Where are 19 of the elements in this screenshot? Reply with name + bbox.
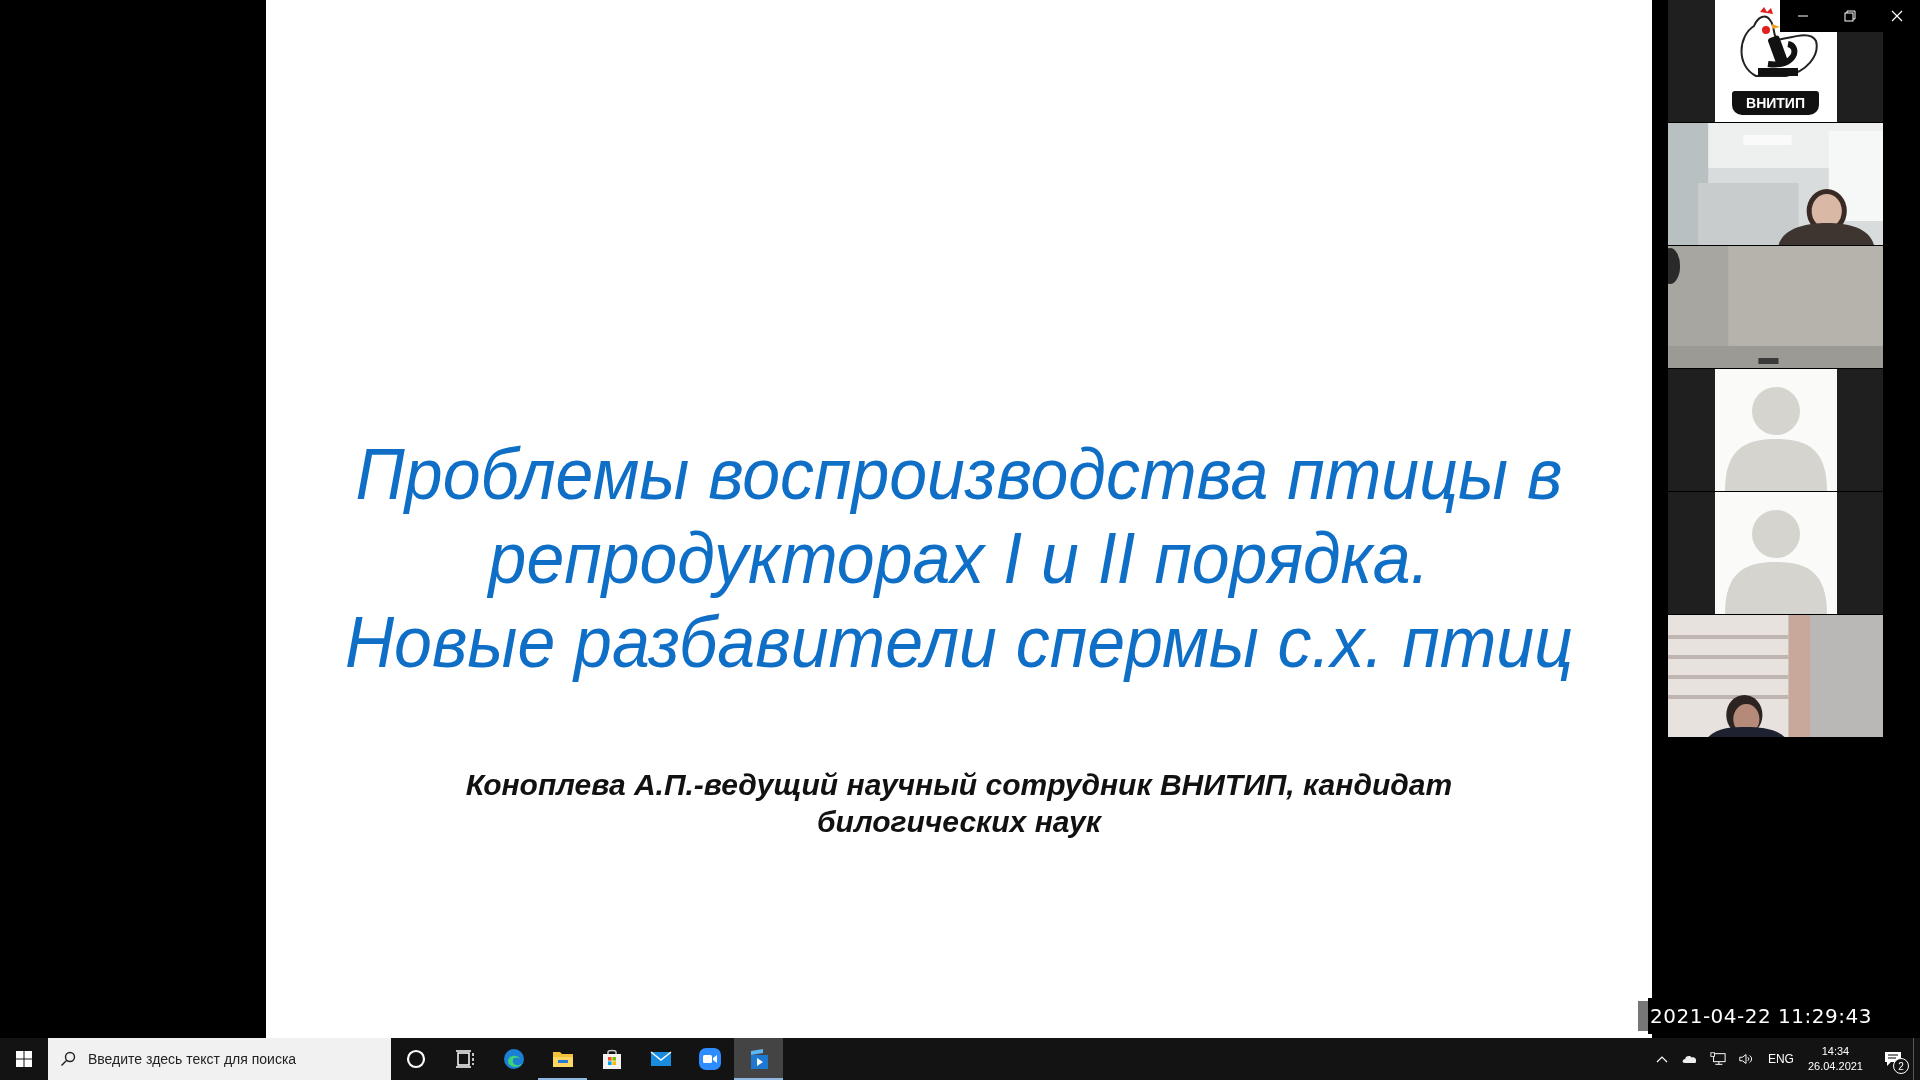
- slide-title: репродукторах I и II порядка.: [488, 517, 1430, 600]
- search-icon: [60, 1051, 76, 1067]
- clock[interactable]: 14:34 26.04.2021: [1807, 1044, 1863, 1074]
- language-indicator[interactable]: ENG: [1767, 1052, 1794, 1066]
- speaker-icon[interactable]: [1737, 1051, 1754, 1067]
- windows-start-icon[interactable]: [16, 1051, 32, 1067]
- logo-banner: ВНИТИП: [1732, 91, 1819, 115]
- close-icon[interactable]: [1890, 10, 1903, 22]
- video-camera-icon: [697, 1047, 722, 1071]
- slide-title: Проблемы воспроизводства птицы в: [355, 433, 1563, 516]
- notification-count: 2: [1893, 1058, 1909, 1074]
- network-icon[interactable]: [1709, 1051, 1726, 1067]
- timestamp: 2021-04-22 11:29:43: [1648, 998, 1870, 1034]
- author-text: Коноплева А.П.-ведущий научный сотрудник ВНИТИП, кандидат билогических наук: [465, 767, 1453, 840]
- slide-title: Новые разбавители спермы с.х. птиц: [344, 601, 1574, 684]
- restore-icon[interactable]: [1844, 10, 1856, 22]
- notification-button[interactable]: 2: [1873, 1038, 1913, 1080]
- edge-browser-icon: [501, 1047, 526, 1071]
- search-field[interactable]: Введите здесь текст для поиска: [48, 1038, 391, 1080]
